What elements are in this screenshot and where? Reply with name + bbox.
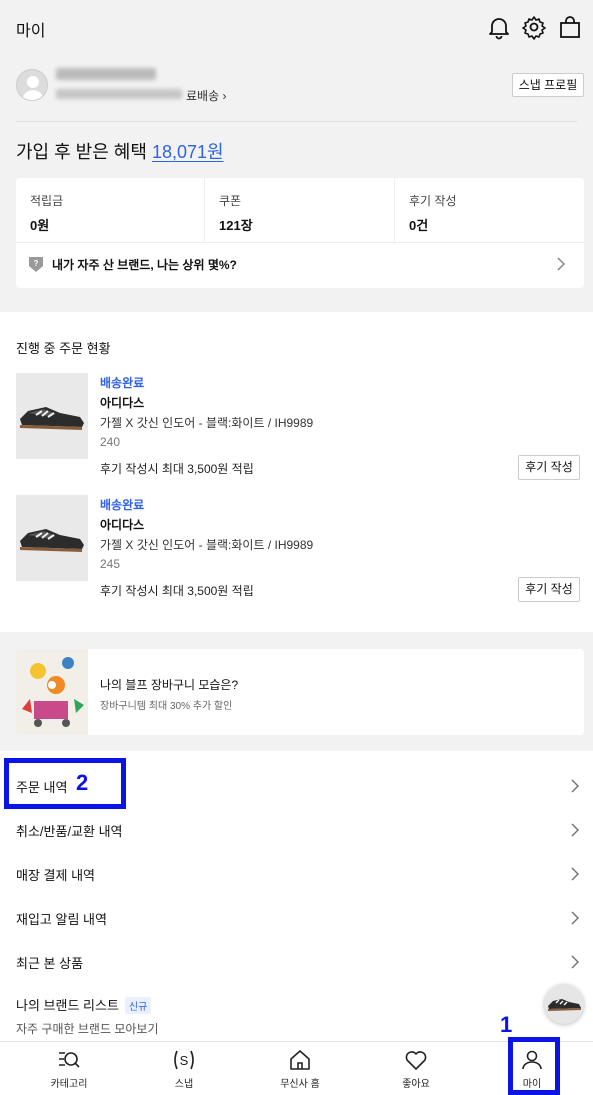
bell-icon[interactable]	[486, 14, 512, 40]
write-review-button[interactable]: 후기 작성	[518, 577, 580, 602]
order-status: 배송완료	[100, 376, 145, 390]
annotation-highlight-order-history	[4, 758, 126, 809]
sneaker-image	[20, 529, 84, 552]
order-status: 배송완료	[100, 498, 145, 512]
bottom-tab-bar: 카테고리 S 스냅 무신사 홈 좋아요 마이	[0, 1041, 593, 1095]
stat-value: 0원	[30, 218, 50, 233]
tab-label: 무신사 홈	[280, 1079, 320, 1090]
benefit-summary: 가입 후 받은 혜택 18,071원	[16, 138, 224, 164]
menu-item-label: 취소/반품/교환 내역	[16, 824, 123, 839]
home-icon	[290, 1050, 310, 1070]
review-reward-text: 후기 작성시 최대 3,500원 적립	[100, 584, 254, 598]
menu-item-label: 나의 브랜드 리스트 신규	[16, 995, 152, 1014]
product-thumbnail[interactable]	[16, 373, 88, 459]
review-reward-text: 후기 작성시 최대 3,500원 적립	[100, 462, 254, 476]
order-brand: 아디다스	[100, 518, 145, 532]
profile-section: 료배송 › 스냅 프로필	[0, 56, 593, 122]
order-item[interactable]: 배송완료 아디다스 가젤 X 갓신 인도어 - 블랙:화이트 / IH9989 …	[0, 495, 593, 605]
blurred-member-info	[56, 89, 182, 99]
chevron-right-icon	[571, 867, 580, 881]
stat-label: 적립금	[30, 194, 64, 208]
recent-product-floating-button[interactable]	[544, 984, 584, 1024]
tab-home[interactable]: 무신사 홈	[241, 1042, 359, 1095]
stat-label: 후기 작성	[409, 194, 457, 208]
chevron-right-icon	[571, 779, 580, 793]
order-size: 245	[100, 557, 121, 571]
menu-item-label: 최근 본 상품	[16, 956, 84, 971]
menu-item-store-payments[interactable]: 매장 결제 내역	[0, 851, 593, 895]
gear-icon[interactable]	[521, 14, 547, 40]
stats-card: 적립금 0원 쿠폰 121장 후기 작성 0건 ? 내가 자주 산 브랜드, 나…	[16, 178, 584, 288]
order-brand: 아디다스	[100, 396, 145, 410]
sneaker-image	[20, 407, 84, 430]
top-header: 마이	[0, 0, 593, 56]
chevron-right-icon	[557, 257, 566, 271]
menu-item-recently-viewed[interactable]: 최근 본 상품	[0, 939, 593, 983]
section-title: 진행 중 주문 현황	[16, 341, 111, 356]
promo-banner[interactable]: 나의 블프 장바구니 모습은? 장바구니템 최대 30% 추가 할인	[16, 649, 584, 735]
benefit-label: 가입 후 받은 혜택	[16, 142, 152, 162]
chevron-right-icon	[571, 911, 580, 925]
promo-title: 나의 블프 장바구니 모습은?	[100, 678, 239, 692]
tab-label: 좋아요	[402, 1079, 430, 1090]
shopping-bag-icon[interactable]	[557, 14, 583, 40]
svg-text:S: S	[180, 1053, 189, 1068]
order-product-name: 가젤 X 갓신 인도어 - 블랙:화이트 / IH9989	[100, 416, 314, 430]
heart-icon	[405, 1051, 427, 1070]
new-badge: 신규	[124, 997, 152, 1014]
benefit-amount-link[interactable]: 18,071원	[152, 142, 224, 162]
annotation-number-2: 2	[76, 770, 89, 795]
stat-label: 쿠폰	[219, 194, 242, 208]
chevron-right-icon	[571, 955, 580, 969]
shield-icon: ?	[29, 257, 43, 272]
annotation-number-1: 1	[500, 1012, 513, 1037]
blurred-username	[56, 68, 156, 80]
annotation-highlight-my-tab	[508, 1037, 560, 1095]
menu-item-label: 매장 결제 내역	[16, 868, 95, 883]
stat-points[interactable]: 적립금 0원	[16, 178, 204, 242]
orders-in-progress: 진행 중 주문 현황 배송완료 아디다스 가젤 X 갓신 인도어 - 블랙:화이…	[0, 312, 593, 632]
svg-text:?: ?	[34, 259, 39, 268]
order-size: 240	[100, 435, 121, 449]
tab-label: 카테고리	[50, 1079, 88, 1090]
chevron-right-icon	[571, 823, 580, 837]
brand-rank-text: 내가 자주 산 브랜드, 나는 상위 몇%?	[52, 258, 237, 272]
snap-profile-button[interactable]: 스냅 프로필	[512, 73, 584, 97]
brand-list-label: 나의 브랜드 리스트	[16, 998, 119, 1013]
category-search-icon	[59, 1052, 80, 1068]
promo-banner-image	[16, 649, 88, 735]
stat-value: 121장	[219, 218, 253, 233]
menu-item-restock-alerts[interactable]: 재입고 알림 내역	[0, 895, 593, 939]
avatar[interactable]	[16, 69, 48, 101]
tab-category[interactable]: 카테고리	[10, 1042, 128, 1095]
stat-reviews[interactable]: 후기 작성 0건	[395, 178, 584, 242]
order-item[interactable]: 배송완료 아디다스 가젤 X 갓신 인도어 - 블랙:화이트 / IH9989 …	[0, 373, 593, 483]
brand-list-subtitle: 자주 구매한 브랜드 모아보기	[16, 1022, 159, 1036]
profile-info-link[interactable]: 료배송 ›	[186, 87, 226, 104]
write-review-button[interactable]: 후기 작성	[518, 455, 580, 480]
order-product-name: 가젤 X 갓신 인도어 - 블랙:화이트 / IH9989	[100, 538, 314, 552]
menu-item-label: 재입고 알림 내역	[16, 912, 107, 927]
divider	[16, 121, 577, 122]
tab-likes[interactable]: 좋아요	[357, 1042, 475, 1095]
product-thumbnail[interactable]	[16, 495, 88, 581]
page-title: 마이	[16, 23, 46, 40]
snap-icon: S	[174, 1050, 194, 1070]
tab-label: 스냅	[174, 1079, 194, 1090]
stat-coupons[interactable]: 쿠폰 121장	[205, 178, 394, 242]
menu-item-cancel-return-exchange[interactable]: 취소/반품/교환 내역	[0, 807, 593, 851]
promo-subtitle: 장바구니템 최대 30% 추가 할인	[100, 701, 233, 712]
stat-value: 0건	[409, 218, 429, 233]
tab-snap[interactable]: S 스냅	[125, 1042, 243, 1095]
